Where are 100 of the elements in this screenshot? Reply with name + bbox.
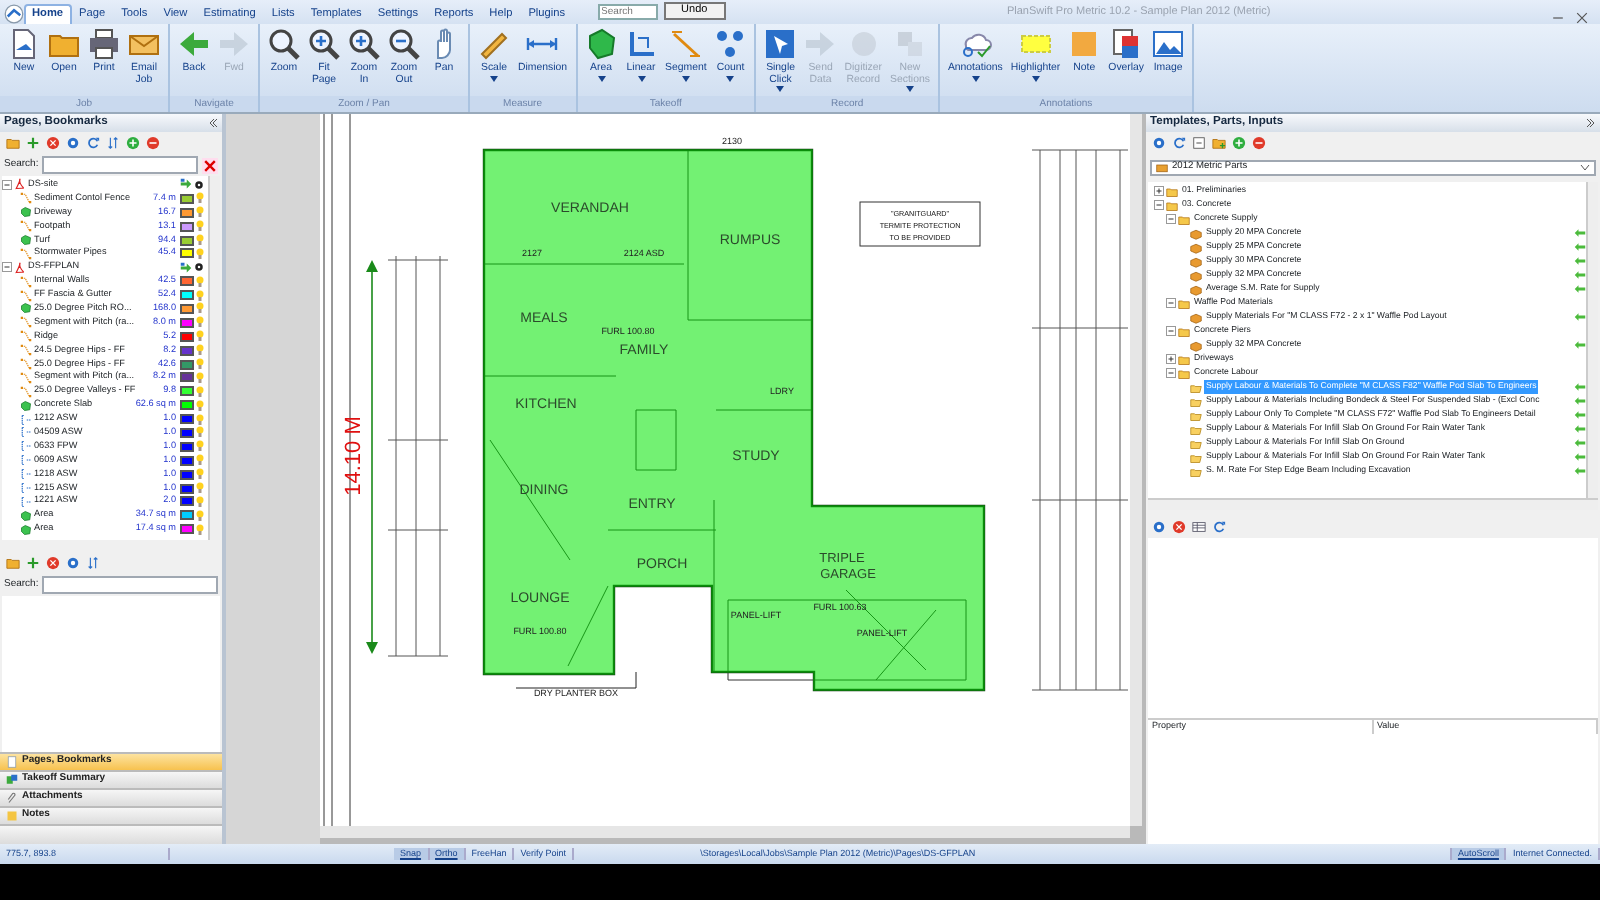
color-swatch[interactable] xyxy=(180,372,194,383)
expand-panel-icon[interactable] xyxy=(1586,118,1596,128)
delete-icon[interactable] xyxy=(46,556,60,570)
color-swatch[interactable] xyxy=(180,290,194,301)
collapse-all-icon[interactable] xyxy=(1192,136,1206,150)
settings-icon[interactable] xyxy=(66,556,80,570)
collapse-icon[interactable] xyxy=(1166,368,1176,378)
color-swatch[interactable] xyxy=(180,235,194,245)
collapse-icon[interactable] xyxy=(2,179,12,190)
color-swatch[interactable] xyxy=(180,524,194,535)
dots-icon xyxy=(714,28,747,60)
color-swatch[interactable] xyxy=(180,276,194,287)
color-swatch[interactable] xyxy=(180,414,194,425)
sort-icon[interactable] xyxy=(106,136,120,150)
delete-icon[interactable] xyxy=(46,136,60,150)
gear-icon[interactable] xyxy=(194,179,204,190)
collapse-icon[interactable] xyxy=(1166,214,1176,224)
summary-icon xyxy=(6,774,18,786)
pdf-icon xyxy=(14,178,26,191)
note-icon xyxy=(1068,28,1101,60)
page-icon xyxy=(6,756,18,768)
right-arrow-icon xyxy=(218,28,250,60)
collapse-icon[interactable] xyxy=(1166,298,1176,308)
refresh-icon[interactable] xyxy=(1212,520,1226,534)
minimize-icon[interactable] xyxy=(1552,12,1564,24)
area-shape-icon xyxy=(20,206,32,219)
app-logo-icon[interactable] xyxy=(4,4,24,24)
settings-icon[interactable] xyxy=(1152,136,1166,150)
folder-add-icon[interactable] xyxy=(1212,136,1226,150)
right-arrow-icon xyxy=(804,28,837,60)
gear-icon[interactable] xyxy=(194,262,204,273)
color-swatch[interactable] xyxy=(180,483,194,494)
delete-icon[interactable] xyxy=(1172,520,1186,534)
add-icon[interactable] xyxy=(26,136,40,150)
ruler-icon xyxy=(478,28,510,60)
color-swatch[interactable] xyxy=(180,317,194,328)
arrow-icon[interactable] xyxy=(1574,340,1586,350)
color-swatch[interactable] xyxy=(180,359,194,370)
color-swatch[interactable] xyxy=(180,193,194,204)
settings-icon[interactable] xyxy=(66,136,80,150)
segment-icon xyxy=(20,220,32,233)
collapse-icon[interactable] xyxy=(1166,326,1176,336)
document-icon xyxy=(8,28,40,60)
color-swatch[interactable] xyxy=(180,207,194,218)
note-icon xyxy=(6,810,18,822)
collapse-icon[interactable] xyxy=(1154,200,1164,210)
refresh-icon[interactable] xyxy=(86,136,100,150)
clear-icon[interactable] xyxy=(202,157,218,173)
collapse-icon[interactable] xyxy=(2,262,12,273)
color-swatch[interactable] xyxy=(180,455,194,466)
area-shape-icon xyxy=(20,302,32,315)
pointer-icon xyxy=(764,28,797,60)
color-swatch[interactable] xyxy=(180,248,194,259)
color-swatch[interactable] xyxy=(180,386,194,397)
settings-icon[interactable] xyxy=(1152,520,1166,534)
picture-icon xyxy=(1152,28,1185,60)
close-icon[interactable] xyxy=(1576,12,1588,24)
color-swatch[interactable] xyxy=(180,427,194,438)
squares-icon xyxy=(893,28,926,60)
area-shape-icon xyxy=(20,234,32,246)
parts-icon xyxy=(1156,162,1168,174)
add-circle-icon[interactable] xyxy=(126,136,140,150)
color-swatch[interactable] xyxy=(180,496,194,507)
table-icon[interactable] xyxy=(1192,520,1206,534)
color-swatch[interactable] xyxy=(180,469,194,480)
add-circle-icon[interactable] xyxy=(1232,136,1246,150)
color-swatch[interactable] xyxy=(180,331,194,342)
magnifier-minus-icon xyxy=(388,28,420,60)
segment-icon xyxy=(20,247,32,260)
refresh-icon[interactable] xyxy=(1172,136,1186,150)
color-swatch[interactable] xyxy=(180,221,194,232)
color-swatch[interactable] xyxy=(180,345,194,356)
color-swatch[interactable] xyxy=(180,400,194,411)
page-arrows-icon[interactable] xyxy=(180,261,192,274)
color-swatch[interactable] xyxy=(180,510,194,521)
segment-icon xyxy=(20,192,32,205)
page-arrows-icon[interactable] xyxy=(180,178,192,191)
search-field[interactable] xyxy=(42,156,198,174)
expand-icon[interactable] xyxy=(1166,354,1176,364)
part-icon xyxy=(1190,339,1202,351)
magnifier-plus-icon xyxy=(308,28,340,60)
collapse-panel-icon[interactable] xyxy=(208,118,218,128)
folder-icon[interactable] xyxy=(6,556,20,570)
pdf-icon xyxy=(14,261,26,274)
remove-icon[interactable] xyxy=(1252,136,1266,150)
arrow-icon[interactable] xyxy=(1574,312,1586,322)
part-icon xyxy=(1190,311,1202,323)
folder-icon xyxy=(1178,297,1190,309)
add-icon[interactable] xyxy=(26,556,40,570)
color-swatch[interactable] xyxy=(180,303,194,314)
folder-icon[interactable] xyxy=(6,136,20,150)
sort-icon[interactable] xyxy=(86,556,100,570)
area-shape-icon xyxy=(585,28,618,60)
search-field[interactable] xyxy=(42,576,218,594)
color-swatch[interactable] xyxy=(180,441,194,452)
light-bulb-icon[interactable] xyxy=(196,234,204,246)
expand-icon[interactable] xyxy=(1154,186,1164,196)
cloud-icon xyxy=(959,28,992,60)
remove-icon[interactable] xyxy=(146,136,160,150)
takeoff-area[interactable] xyxy=(483,149,985,691)
